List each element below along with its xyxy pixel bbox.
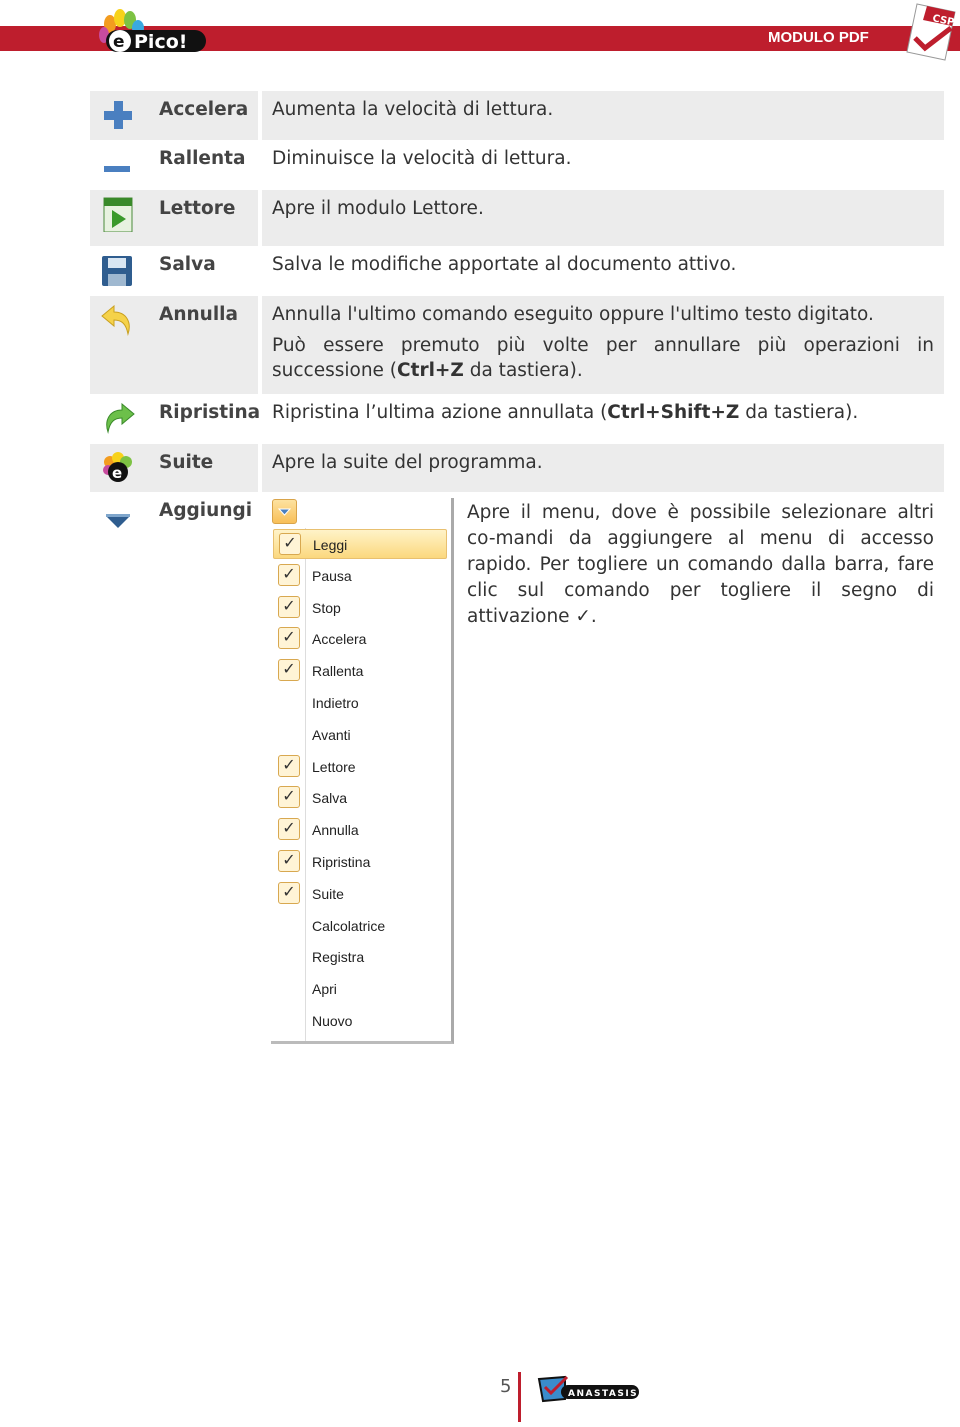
command-row-accelera: Accelera Aumenta la velocità di lettura. bbox=[90, 91, 944, 140]
menu-item-stop[interactable]: ✓ Stop bbox=[273, 593, 447, 623]
menu-item-salva[interactable]: ✓ Salva bbox=[273, 783, 447, 813]
command-label: Salva bbox=[159, 254, 216, 275]
command-description: Diminuisce la velocità di lettura. bbox=[272, 148, 572, 169]
menu-item-label: Pausa bbox=[312, 567, 352, 584]
checkmark-icon: ✓ bbox=[278, 563, 300, 586]
command-row-annulla: Annulla Annulla l'ultimo comando eseguit… bbox=[90, 296, 944, 394]
menu-item-ripristina[interactable]: ✓ Ripristina bbox=[273, 847, 447, 877]
command-description: Apre il modulo Lettore. bbox=[262, 190, 944, 246]
menu-item-label: Accelera bbox=[312, 631, 367, 648]
command-description: Annulla l'ultimo comando eseguito oppure… bbox=[262, 296, 944, 394]
command-row-ripristina: Ripristina Ripristina l’ultima azione an… bbox=[90, 394, 944, 444]
menu-item-label: Annulla bbox=[312, 822, 359, 839]
command-label: Suite bbox=[159, 452, 214, 473]
menu-item-label: Nuovo bbox=[312, 1013, 353, 1029]
checkmark-icon: ✓ bbox=[278, 595, 300, 618]
svg-text:Pico!: Pico! bbox=[134, 31, 187, 53]
command-label: Aggiungi bbox=[159, 500, 253, 521]
menu-item-nuovo[interactable]: Nuovo bbox=[273, 1006, 447, 1036]
text: da tastiera). bbox=[739, 402, 859, 423]
plus-icon bbox=[104, 101, 132, 129]
menu-item-label: Lettore bbox=[312, 758, 356, 775]
menu-item-suite[interactable]: ✓ Suite bbox=[273, 879, 447, 909]
svg-text:e: e bbox=[113, 32, 125, 52]
menu-item-label: Registra bbox=[312, 949, 365, 966]
menu-item-rallenta[interactable]: ✓ Rallenta bbox=[273, 656, 447, 686]
menu-item-label: Suite bbox=[312, 885, 344, 902]
floppy-save-icon bbox=[102, 256, 132, 286]
text: da tastiera). bbox=[463, 360, 583, 381]
chevron-down-icon bbox=[277, 508, 292, 516]
command-row-lettore: Lettore Apre il modulo Lettore. bbox=[90, 190, 944, 246]
epico-logo: e Pico! bbox=[99, 9, 206, 53]
menu-item-pausa[interactable]: ✓ Pausa bbox=[273, 561, 447, 591]
minus-icon bbox=[104, 166, 130, 172]
csp-document-icon: CSP bbox=[906, 3, 956, 61]
command-description: Salva le modifiche apportate al document… bbox=[272, 254, 737, 275]
checkmark-icon: ✓ bbox=[279, 533, 301, 555]
command-row-rallenta: Rallenta Diminuisce la velocità di lettu… bbox=[90, 140, 944, 190]
menu-item-label: Ripristina bbox=[312, 854, 371, 870]
menu-item-registra[interactable]: Registra bbox=[273, 942, 447, 972]
menu-item-lettore[interactable]: ✓ Lettore bbox=[273, 752, 447, 782]
command-row-salva: Salva Salva le modifiche apportate al do… bbox=[90, 246, 944, 296]
checkmark-icon: ✓ bbox=[278, 881, 300, 904]
command-description: Apre il menu, dove è possibile seleziona… bbox=[467, 502, 934, 627]
undo-arrow-icon bbox=[101, 304, 130, 336]
checkmark-icon: ✓ bbox=[278, 754, 300, 777]
command-description: Aumenta la velocità di lettura. bbox=[262, 91, 944, 140]
quick-access-dropdown-menu: ✓ Leggi ✓ Pausa ✓ Stop ✓ Accelera ✓ Rallenta Indie… bbox=[271, 498, 454, 1044]
footer-divider bbox=[518, 1372, 521, 1422]
menu-item-calcolatrice[interactable]: Calcolatrice bbox=[273, 911, 447, 941]
menu-item-label: Leggi bbox=[313, 537, 348, 553]
menu-item-label: Apri bbox=[312, 981, 337, 998]
redo-arrow-icon bbox=[106, 402, 135, 434]
text: Può essere premuto più volte per annulla… bbox=[272, 335, 934, 381]
menu-item-accelera[interactable]: ✓ Accelera bbox=[273, 624, 447, 654]
menu-item-avanti[interactable]: Avanti bbox=[273, 720, 447, 750]
text: Ripristina l’ultima azione annullata ( bbox=[272, 402, 608, 423]
svg-text:ANASTASIS: ANASTASIS bbox=[568, 1389, 638, 1399]
command-label: Ripristina bbox=[159, 402, 261, 423]
checkmark-icon: ✓ bbox=[278, 786, 300, 809]
epico-suite-icon: e bbox=[103, 452, 132, 482]
shortcut: Ctrl+Shift+Z bbox=[607, 402, 740, 423]
checkmark-icon: ✓ bbox=[278, 627, 300, 650]
menu-item-label: Rallenta bbox=[312, 663, 364, 680]
menu-item-label: Indietro bbox=[312, 695, 359, 711]
dropdown-button[interactable] bbox=[272, 499, 297, 524]
checkmark-icon: ✓ bbox=[278, 659, 300, 682]
command-label: Rallenta bbox=[159, 148, 246, 169]
menu-item-label: Calcolatrice bbox=[312, 917, 386, 934]
command-description: Apre la suite del programma. bbox=[262, 444, 944, 492]
description-line: Può essere premuto più volte per annulla… bbox=[272, 333, 934, 383]
menu-item-label: Stop bbox=[312, 599, 341, 616]
menu-item-label: Salva bbox=[312, 790, 348, 807]
menu-item-label: Avanti bbox=[312, 726, 351, 743]
command-label: Accelera bbox=[159, 99, 249, 120]
menu-item-annulla[interactable]: ✓ Annulla bbox=[273, 815, 447, 845]
command-label: Annulla bbox=[159, 304, 238, 325]
checkmark-icon: ✓ bbox=[278, 850, 300, 872]
shortcut: Ctrl+Z bbox=[397, 360, 464, 381]
menu-item-leggi[interactable]: ✓ Leggi bbox=[273, 529, 447, 559]
anastasis-logo: ANASTASIS bbox=[537, 1375, 639, 1403]
menu-item-apri[interactable]: Apri bbox=[273, 974, 447, 1004]
menu-item-indietro[interactable]: Indietro bbox=[273, 688, 447, 718]
description-line: Annulla l'ultimo comando eseguito oppure… bbox=[272, 304, 874, 325]
command-row-suite: e Suite Apre la suite del programma. bbox=[90, 444, 944, 492]
svg-text:e: e bbox=[112, 464, 122, 482]
document-page: e Pico! MODULO PDF CSP Accelera Aumenta … bbox=[0, 0, 960, 1427]
dropdown-arrow-icon bbox=[106, 514, 130, 528]
command-description: Ripristina l’ultima azione annullata (Ct… bbox=[262, 394, 944, 444]
checkmark-icon: ✓ bbox=[278, 818, 300, 841]
command-label: Lettore bbox=[159, 198, 236, 219]
page-number: 5 bbox=[500, 1376, 512, 1397]
module-title: MODULO PDF bbox=[768, 29, 869, 46]
play-icon bbox=[103, 197, 133, 232]
